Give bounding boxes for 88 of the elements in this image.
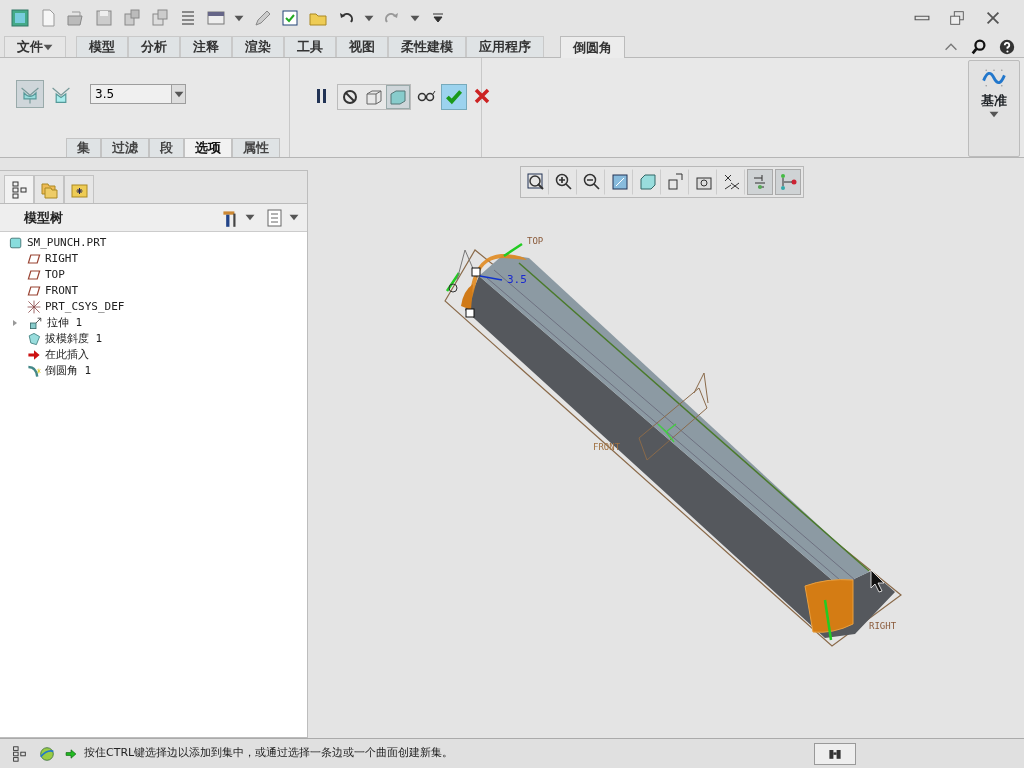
file-menu[interactable]: 文件 (4, 36, 66, 57)
zoom-in-icon (554, 172, 574, 192)
tree-item[interactable]: FRONT (45, 283, 79, 299)
tree-item[interactable]: RIGHT (45, 251, 79, 267)
datum-label: TOP (527, 236, 544, 246)
tree-item[interactable]: 倒圆角 1 (45, 363, 92, 379)
panel-title: 模型树 (24, 208, 63, 227)
help-icon (998, 37, 1016, 56)
panel-tab[interactable]: 选项 (184, 138, 232, 157)
wireframe-box-icon (364, 87, 384, 107)
checkbox-window-icon (280, 8, 300, 28)
datum-button[interactable]: 基准 (968, 60, 1020, 157)
fillet-icon (26, 363, 42, 379)
repaint-icon (610, 172, 630, 192)
part-icon (8, 235, 24, 251)
dropdown-button[interactable] (172, 84, 186, 104)
extrude-icon (28, 315, 44, 331)
tree-icon (10, 744, 28, 763)
tree-item[interactable]: SM_PUNCH.PRT (27, 235, 107, 251)
nodes-icon (778, 172, 798, 192)
globe-icon (38, 744, 56, 763)
dimension-value: 3.5 (507, 273, 527, 286)
datum-plane-icon (26, 267, 42, 283)
close-icon (472, 86, 492, 106)
search-icon (970, 37, 988, 56)
ribbon-tab[interactable]: 倒圆角 (560, 36, 625, 58)
panel-tab[interactable]: 属性 (232, 138, 280, 157)
caret-icon (364, 14, 374, 22)
caret-icon (410, 14, 420, 22)
datum-plane-icon (26, 251, 42, 267)
tree-item[interactable]: PRT_CSYS_DEF (45, 299, 125, 315)
message-arrow-icon (64, 746, 78, 761)
ribbon-tab[interactable]: 工具 (284, 36, 336, 57)
stacked-windows-icon (122, 8, 142, 28)
minimize-icon (914, 15, 930, 21)
cursor-icon (870, 569, 885, 593)
status-message: 按住CTRL键选择边以添加到集中，或通过选择一条边或一个曲面创建新集。 (84, 745, 454, 762)
dropdown-button[interactable] (243, 212, 257, 223)
tree-icon (9, 179, 29, 200)
fillet-type-button[interactable] (16, 80, 44, 108)
caret-icon (289, 214, 299, 221)
tree-item[interactable]: 在此插入 (45, 347, 89, 363)
ribbon-tab[interactable]: 渲染 (232, 36, 284, 57)
tree-item[interactable]: 拉伸 1 (47, 315, 83, 331)
coordinate-system-icon (26, 299, 42, 315)
solid-box-icon (388, 87, 408, 107)
window-icon (206, 8, 226, 28)
panel-tab[interactable]: 过滤 (101, 138, 149, 157)
panel-tab[interactable]: 段 (149, 138, 184, 157)
dropdown-button[interactable] (287, 212, 301, 223)
radius-field[interactable]: 3.5 (90, 84, 172, 104)
no-preview-icon (340, 87, 360, 107)
ribbon-tab[interactable]: 柔性建模 (388, 36, 466, 57)
caret-icon (43, 44, 53, 51)
datum-display-icon (722, 172, 742, 192)
panel-tab[interactable]: 集 (66, 138, 101, 157)
orientation-icon (666, 172, 686, 192)
find-button[interactable] (814, 742, 856, 765)
copy-icon (150, 8, 170, 28)
caret-icon (245, 214, 255, 221)
close-icon (984, 9, 1002, 27)
app-icon (10, 8, 30, 28)
ribbon-tab[interactable]: 视图 (336, 36, 388, 57)
ribbon-tab[interactable]: 分析 (128, 36, 180, 57)
tree-item[interactable]: 拔模斜度 1 (45, 331, 103, 347)
datum-plane-icon (26, 283, 42, 299)
shaded-box-icon (638, 172, 658, 192)
navigator-tab[interactable] (34, 175, 64, 203)
navigator-tab[interactable] (64, 175, 94, 203)
ribbon-tab[interactable]: 注释 (180, 36, 232, 57)
datum-label: RIGHT (869, 621, 897, 631)
ribbon-tab[interactable]: 应用程序 (466, 36, 544, 57)
caret-icon (173, 90, 184, 98)
ribbon-tab[interactable]: 模型 (76, 36, 128, 57)
list-icon (265, 207, 285, 228)
open-icon (66, 8, 86, 28)
pencil-icon (252, 8, 272, 28)
draft-icon (26, 331, 42, 347)
restore-icon (948, 9, 966, 27)
save-icon (94, 8, 114, 28)
app-button[interactable] (8, 6, 32, 30)
zoom-out-icon (582, 172, 602, 192)
caret-icon (989, 110, 999, 118)
navigator-tab[interactable] (4, 175, 34, 203)
zoom-fit-icon (526, 172, 546, 192)
tree-item[interactable]: TOP (45, 267, 65, 283)
nodes-button[interactable] (775, 169, 801, 195)
caret-icon (234, 14, 244, 22)
